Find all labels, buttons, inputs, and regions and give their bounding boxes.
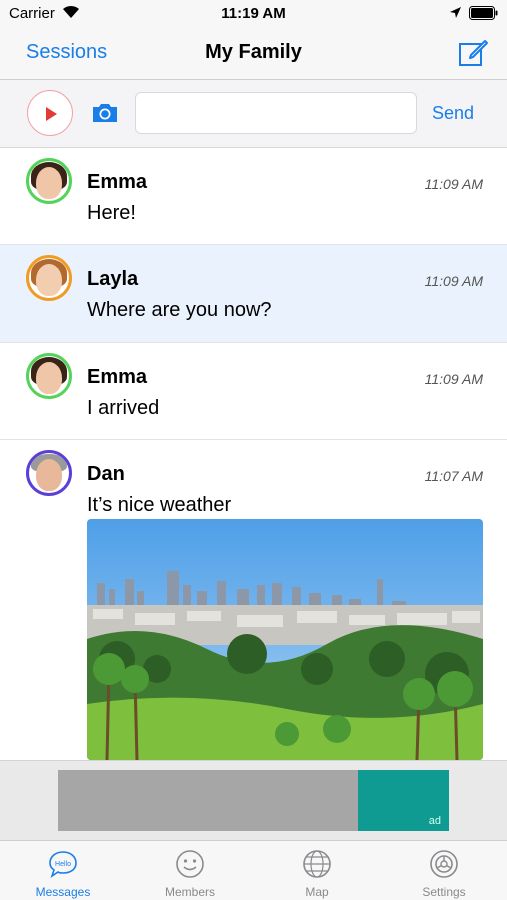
avatar-dan[interactable] [26,450,72,496]
tab-messages[interactable]: Hello Messages [0,841,126,900]
message-text: I arrived [87,397,160,419]
sender-name: Emma [87,171,148,193]
camera-icon[interactable] [91,102,119,124]
page-title: My Family [205,41,302,63]
ad-banner[interactable] [58,770,358,831]
sender-name: Layla [87,268,139,290]
message-time: 11:09 AM [424,273,483,289]
battery-icon [469,6,498,20]
tab-settings[interactable]: Settings [381,841,507,900]
message-time: 11:09 AM [424,176,483,192]
hello-bubble-icon: Hello [49,851,77,878]
globe-icon [303,850,331,878]
tab-label: Settings [422,885,466,899]
message-input[interactable] [135,92,417,134]
message-row[interactable]: Layla 11:09 AM Where are you now? [0,245,507,343]
status-bar: Carrier 11:19 AM [0,0,507,28]
message-time: 11:09 AM [424,371,483,387]
sender-name: Emma [87,366,148,388]
message-row[interactable]: Dan 11:07 AM It’s nice weather [0,440,507,760]
tab-bar: Hello Messages Members Map Settings [0,840,507,900]
play-icon [46,107,57,121]
message-list[interactable]: Emma 11:09 AM Here! Layla 11:09 AM Where… [0,148,507,760]
compose-icon[interactable] [457,37,489,69]
message-row[interactable]: Emma 11:09 AM I arrived [0,343,507,440]
tab-label: Map [305,885,329,899]
smiley-icon [176,850,204,878]
play-button[interactable] [27,90,73,136]
location-arrow-icon [450,7,461,18]
sender-name: Dan [87,463,125,485]
ad-banner-accent[interactable]: ad [358,770,449,831]
svg-text:Hello: Hello [55,861,71,868]
tab-map[interactable]: Map [254,841,380,900]
message-composer: Send [0,80,507,148]
tab-label: Members [164,885,215,899]
ad-banner-area: ad [0,760,507,840]
send-button[interactable]: Send [432,103,474,124]
avatar-emma[interactable] [26,353,72,399]
message-time: 11:07 AM [424,468,483,484]
tab-label: Messages [35,885,91,899]
message-text: Here! [87,202,136,224]
gear-icon [430,850,458,878]
avatar-layla[interactable] [26,255,72,301]
message-text: Where are you now? [87,299,272,321]
status-time: 11:19 AM [221,5,286,22]
avatar-emma[interactable] [26,158,72,204]
tab-members[interactable]: Members [127,841,253,900]
ad-label: ad [428,815,441,827]
message-row[interactable]: Emma 11:09 AM Here! [0,148,507,245]
message-text: It’s nice weather [87,494,232,516]
navigation-bar: Sessions My Family [0,28,507,80]
city-photo-attachment[interactable] [87,519,483,760]
